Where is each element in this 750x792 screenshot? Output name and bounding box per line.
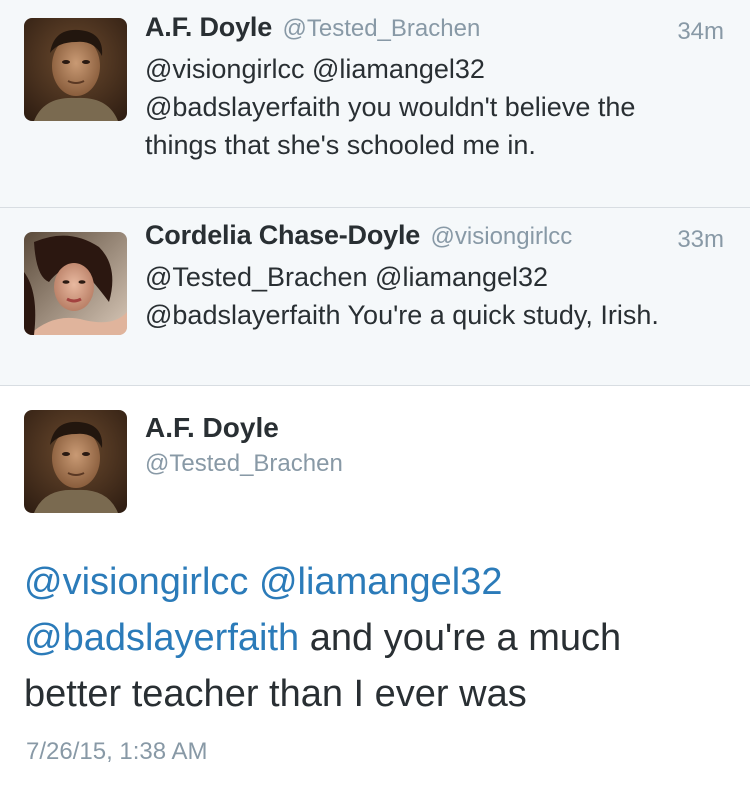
avatar[interactable] bbox=[24, 410, 127, 513]
focused-tweet: A.F. Doyle @Tested_Brachen @visiongirlcc… bbox=[0, 386, 750, 792]
author-block[interactable]: A.F. Doyle @Tested_Brachen bbox=[145, 412, 343, 478]
avatar-af-doyle-image bbox=[24, 410, 127, 513]
tweet-item[interactable]: A.F. Doyle @Tested_Brachen 34m @visiongi… bbox=[0, 0, 750, 208]
tweet-content: Cordelia Chase-Doyle @visiongirlcc 33m @… bbox=[145, 220, 724, 334]
tweet-text-line: @Tested_Brachen @liamangel32 bbox=[145, 262, 549, 292]
tweet-date[interactable]: 7/26/15, 1:38 AM bbox=[26, 738, 207, 766]
user-handle[interactable]: @visiongirlcc bbox=[431, 223, 573, 250]
tweet-timestamp: 33m bbox=[677, 226, 724, 253]
tweet-content: A.F. Doyle @Tested_Brachen 34m @visiongi… bbox=[145, 12, 724, 164]
mention-link[interactable]: @liamangel32 bbox=[259, 561, 503, 603]
tweet-text-fragment: and you're a much bbox=[299, 617, 622, 659]
tweet-text-line: things that she's schooled me in. bbox=[145, 130, 536, 160]
tweet-header: Cordelia Chase-Doyle @visiongirlcc 33m bbox=[145, 220, 724, 258]
tweet-text-line: @badslayerfaith and you're a much bbox=[24, 610, 730, 666]
tweet-text-line: @badslayerfaith you wouldn't believe the bbox=[145, 92, 636, 122]
tweet-text: @visiongirlcc @liamangel32 @badslayerfai… bbox=[145, 50, 724, 164]
display-name[interactable]: A.F. Doyle bbox=[145, 12, 272, 42]
tweet-text-line: @visiongirlcc @liamangel32 bbox=[145, 54, 485, 84]
tweet-timestamp: 34m bbox=[677, 18, 724, 45]
user-handle[interactable]: @Tested_Brachen bbox=[145, 450, 343, 478]
tweet-text-line: @badslayerfaith You're a quick study, Ir… bbox=[145, 300, 659, 330]
avatar-af-doyle-image bbox=[24, 18, 127, 121]
user-handle[interactable]: @Tested_Brachen bbox=[282, 15, 480, 42]
tweet-text: @Tested_Brachen @liamangel32 @badslayerf… bbox=[145, 258, 724, 334]
tweet-conversation: A.F. Doyle @Tested_Brachen 34m @visiongi… bbox=[0, 0, 750, 792]
tweet-item[interactable]: Cordelia Chase-Doyle @visiongirlcc 33m @… bbox=[0, 208, 750, 386]
avatar[interactable] bbox=[24, 18, 127, 121]
avatar-cordelia-image bbox=[24, 232, 127, 335]
tweet-text-line: better teacher than I ever was bbox=[24, 673, 527, 715]
display-name[interactable]: Cordelia Chase-Doyle bbox=[145, 220, 420, 250]
tweet-text: @visiongirlcc @liamangel32 @badslayerfai… bbox=[24, 554, 730, 722]
mention-link[interactable]: @visiongirlcc bbox=[24, 561, 248, 603]
avatar[interactable] bbox=[24, 232, 127, 335]
mention-link[interactable]: @badslayerfaith bbox=[24, 617, 299, 659]
tweet-header: A.F. Doyle @Tested_Brachen 34m bbox=[145, 12, 724, 50]
display-name[interactable]: A.F. Doyle bbox=[145, 412, 343, 444]
tweet-text-line: @visiongirlcc @liamangel32 bbox=[24, 554, 730, 610]
